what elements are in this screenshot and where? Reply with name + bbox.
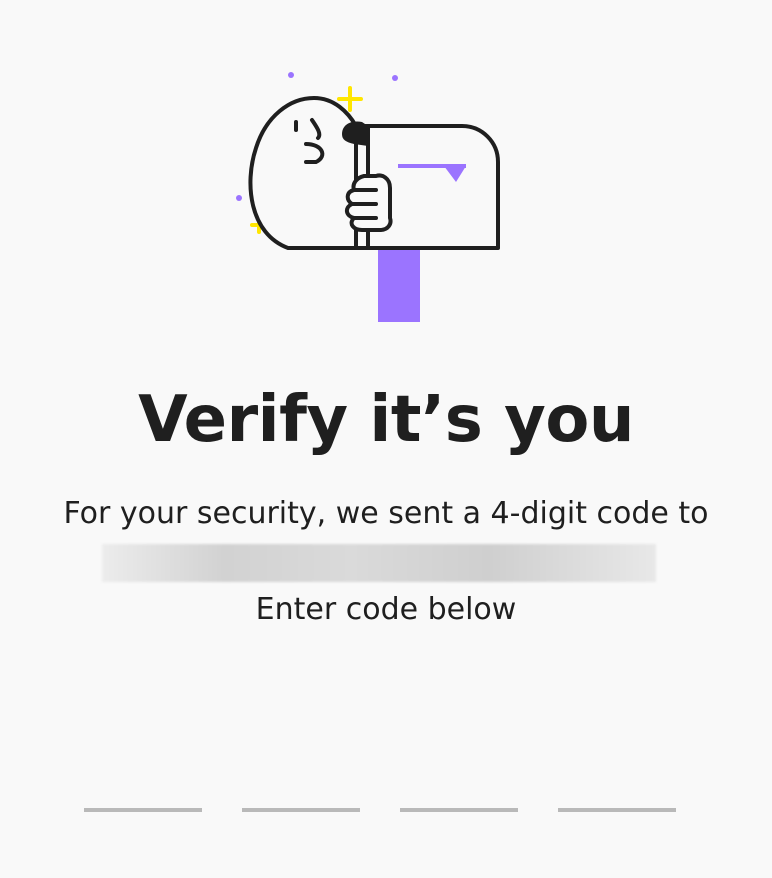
code-digit-1-input[interactable] <box>84 760 202 812</box>
page-title: Verify it’s you <box>138 383 634 457</box>
mailbox-character-icon <box>236 72 500 322</box>
code-digit-2-input[interactable] <box>242 760 360 812</box>
code-sent-message: For your security, we sent a 4-digit cod… <box>63 496 709 531</box>
verification-code-inputs <box>84 760 676 812</box>
enter-code-instruction: Enter code below <box>255 592 517 627</box>
redacted-contact-info <box>102 544 656 582</box>
mailbox-character-illustration <box>230 64 520 326</box>
code-digit-4-input[interactable] <box>558 760 676 812</box>
code-digit-3-input[interactable] <box>400 760 518 812</box>
